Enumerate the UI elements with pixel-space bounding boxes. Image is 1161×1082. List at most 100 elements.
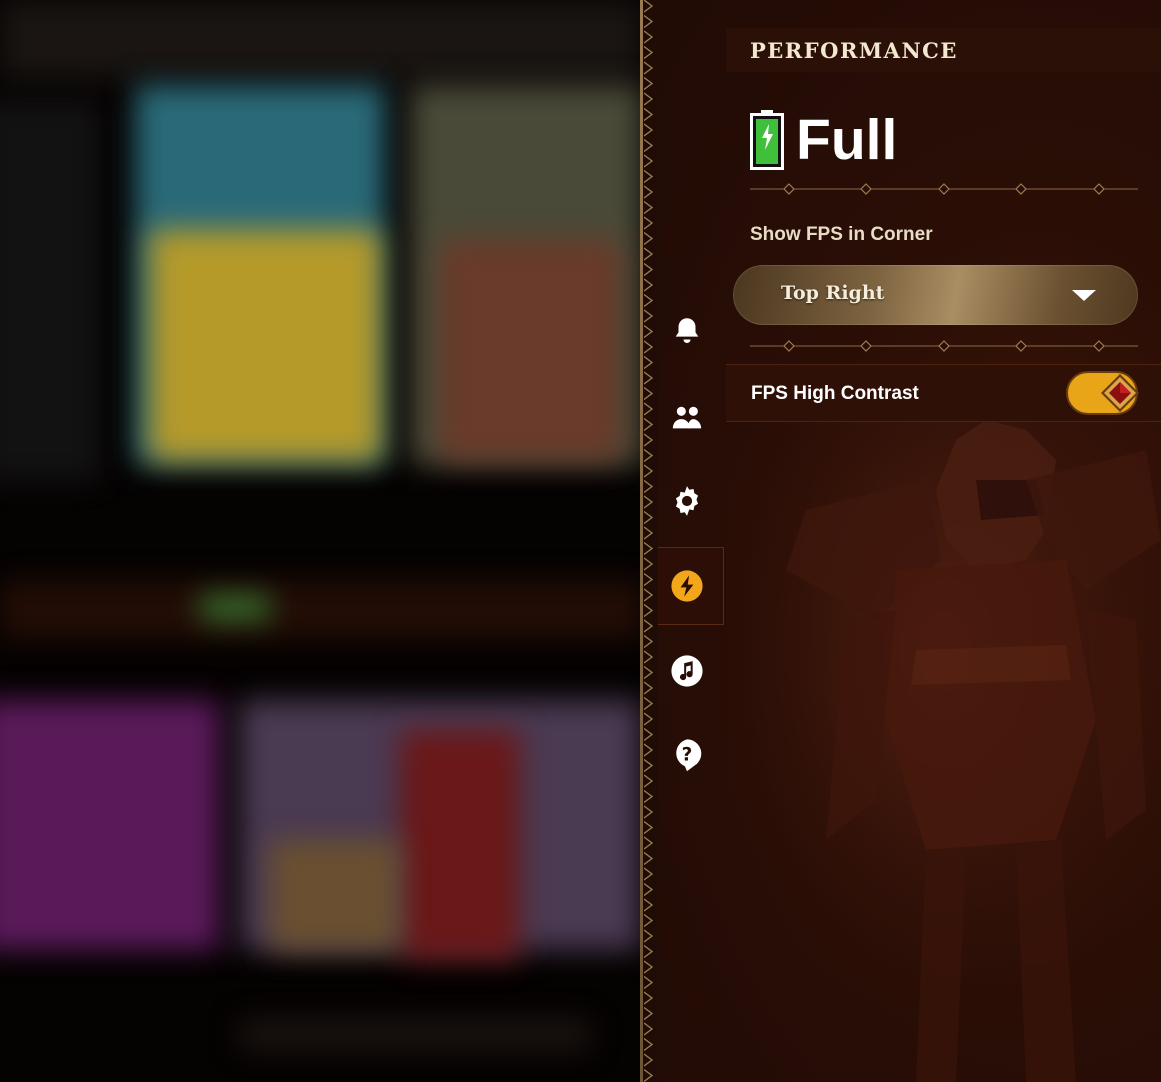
nav-performance[interactable] bbox=[658, 547, 724, 625]
chevron-down-icon bbox=[1072, 290, 1096, 301]
divider-tooth bbox=[644, 247, 654, 261]
bell-icon bbox=[675, 318, 699, 344]
divider-tooth bbox=[644, 1006, 654, 1021]
divider-tooth bbox=[644, 712, 654, 726]
divider-tooth bbox=[644, 882, 654, 897]
divider-tooth bbox=[644, 758, 654, 773]
fps-high-contrast-row: FPS High Contrast bbox=[726, 364, 1161, 422]
divider-tooth bbox=[644, 805, 654, 819]
divider-tooth bbox=[644, 200, 654, 215]
divider-tooth bbox=[644, 681, 654, 695]
divider-tooth bbox=[644, 650, 654, 664]
divider-tooth bbox=[644, 14, 654, 29]
divider-tooth bbox=[644, 634, 654, 649]
fps-corner-selected: Top Right bbox=[781, 282, 885, 304]
blurred-background bbox=[0, 0, 642, 1082]
divider-tooth bbox=[644, 1068, 654, 1082]
divider-tooth bbox=[644, 371, 654, 385]
nav-settings[interactable] bbox=[658, 462, 724, 540]
divider-tooth bbox=[644, 45, 654, 60]
battery-charging-icon bbox=[750, 110, 784, 170]
divider-tooth bbox=[644, 154, 654, 168]
divider-tooth bbox=[644, 913, 654, 928]
gear-icon bbox=[675, 486, 699, 516]
divider-tooth bbox=[644, 510, 654, 525]
divider-tooth bbox=[644, 30, 654, 44]
divider-tooth bbox=[644, 820, 654, 835]
divider-tooth bbox=[644, 293, 654, 308]
divider-tooth bbox=[644, 185, 654, 199]
knight-artwork bbox=[726, 420, 1161, 1082]
divider-tooth bbox=[644, 448, 654, 463]
divider-tooth bbox=[644, 603, 654, 618]
divider-ornament bbox=[644, 0, 654, 1082]
divider-tooth bbox=[644, 541, 654, 556]
divider-tooth bbox=[644, 774, 654, 788]
nav-notifications[interactable] bbox=[658, 292, 724, 370]
divider-tooth bbox=[644, 107, 654, 122]
panel-divider bbox=[640, 0, 658, 1082]
divider-tooth bbox=[644, 216, 654, 230]
svg-text:?: ? bbox=[682, 745, 693, 766]
divider-tooth bbox=[644, 1053, 654, 1067]
divider-tooth bbox=[644, 836, 654, 850]
divider-tooth bbox=[644, 572, 654, 587]
divider-tooth bbox=[644, 123, 654, 137]
ornament-divider bbox=[750, 183, 1138, 195]
divider-tooth bbox=[644, 727, 654, 742]
divider-tooth bbox=[644, 696, 654, 711]
divider-tooth bbox=[644, 402, 654, 416]
divider-tooth bbox=[644, 479, 654, 494]
divider-tooth bbox=[644, 526, 654, 540]
divider-tooth bbox=[644, 867, 654, 881]
divider-tooth bbox=[644, 340, 654, 354]
divider-tooth bbox=[644, 61, 654, 75]
nav-friends[interactable] bbox=[658, 378, 724, 456]
lightning-icon bbox=[671, 570, 703, 602]
settings-panel: ? PERFORMANCE Full Show FPS in Corner To… bbox=[658, 0, 1161, 1082]
fps-high-contrast-label: FPS High Contrast bbox=[751, 383, 919, 404]
divider-rail bbox=[640, 0, 643, 1082]
divider-tooth bbox=[644, 355, 654, 370]
divider-tooth bbox=[644, 92, 654, 106]
performance-mode-value: Full bbox=[796, 108, 898, 172]
nav-audio[interactable] bbox=[658, 632, 724, 710]
divider-tooth bbox=[644, 464, 654, 478]
divider-tooth bbox=[644, 231, 654, 246]
friends-icon bbox=[672, 406, 702, 429]
divider-tooth bbox=[644, 0, 654, 13]
music-icon bbox=[671, 655, 703, 687]
divider-tooth bbox=[644, 975, 654, 990]
fps-corner-dropdown[interactable]: Top Right bbox=[733, 265, 1138, 325]
settings-nav-rail: ? bbox=[658, 0, 724, 1082]
divider-tooth bbox=[644, 324, 654, 339]
divider-tooth bbox=[644, 386, 654, 401]
divider-tooth bbox=[644, 991, 654, 1005]
divider-tooth bbox=[644, 1037, 654, 1052]
divider-tooth bbox=[644, 76, 654, 91]
divider-tooth bbox=[644, 789, 654, 804]
toggle-knob-diamond-icon bbox=[1101, 374, 1139, 412]
divider-tooth bbox=[644, 619, 654, 633]
divider-tooth bbox=[644, 851, 654, 866]
divider-tooth bbox=[644, 588, 654, 602]
divider-tooth bbox=[644, 278, 654, 292]
divider-tooth bbox=[644, 138, 654, 153]
divider-tooth bbox=[644, 169, 654, 184]
divider-tooth bbox=[644, 309, 654, 323]
divider-tooth bbox=[644, 665, 654, 680]
divider-tooth bbox=[644, 495, 654, 509]
divider-tooth bbox=[644, 960, 654, 974]
page-title: PERFORMANCE bbox=[750, 38, 958, 63]
divider-tooth bbox=[644, 262, 654, 277]
divider-tooth bbox=[644, 743, 654, 757]
divider-tooth bbox=[644, 417, 654, 432]
divider-tooth bbox=[644, 433, 654, 447]
nav-help[interactable]: ? bbox=[658, 716, 724, 794]
help-icon: ? bbox=[676, 739, 702, 772]
divider-tooth bbox=[644, 944, 654, 959]
divider-tooth bbox=[644, 898, 654, 912]
fps-high-contrast-toggle[interactable] bbox=[1066, 371, 1139, 415]
divider-tooth bbox=[644, 929, 654, 943]
divider-tooth bbox=[644, 557, 654, 571]
